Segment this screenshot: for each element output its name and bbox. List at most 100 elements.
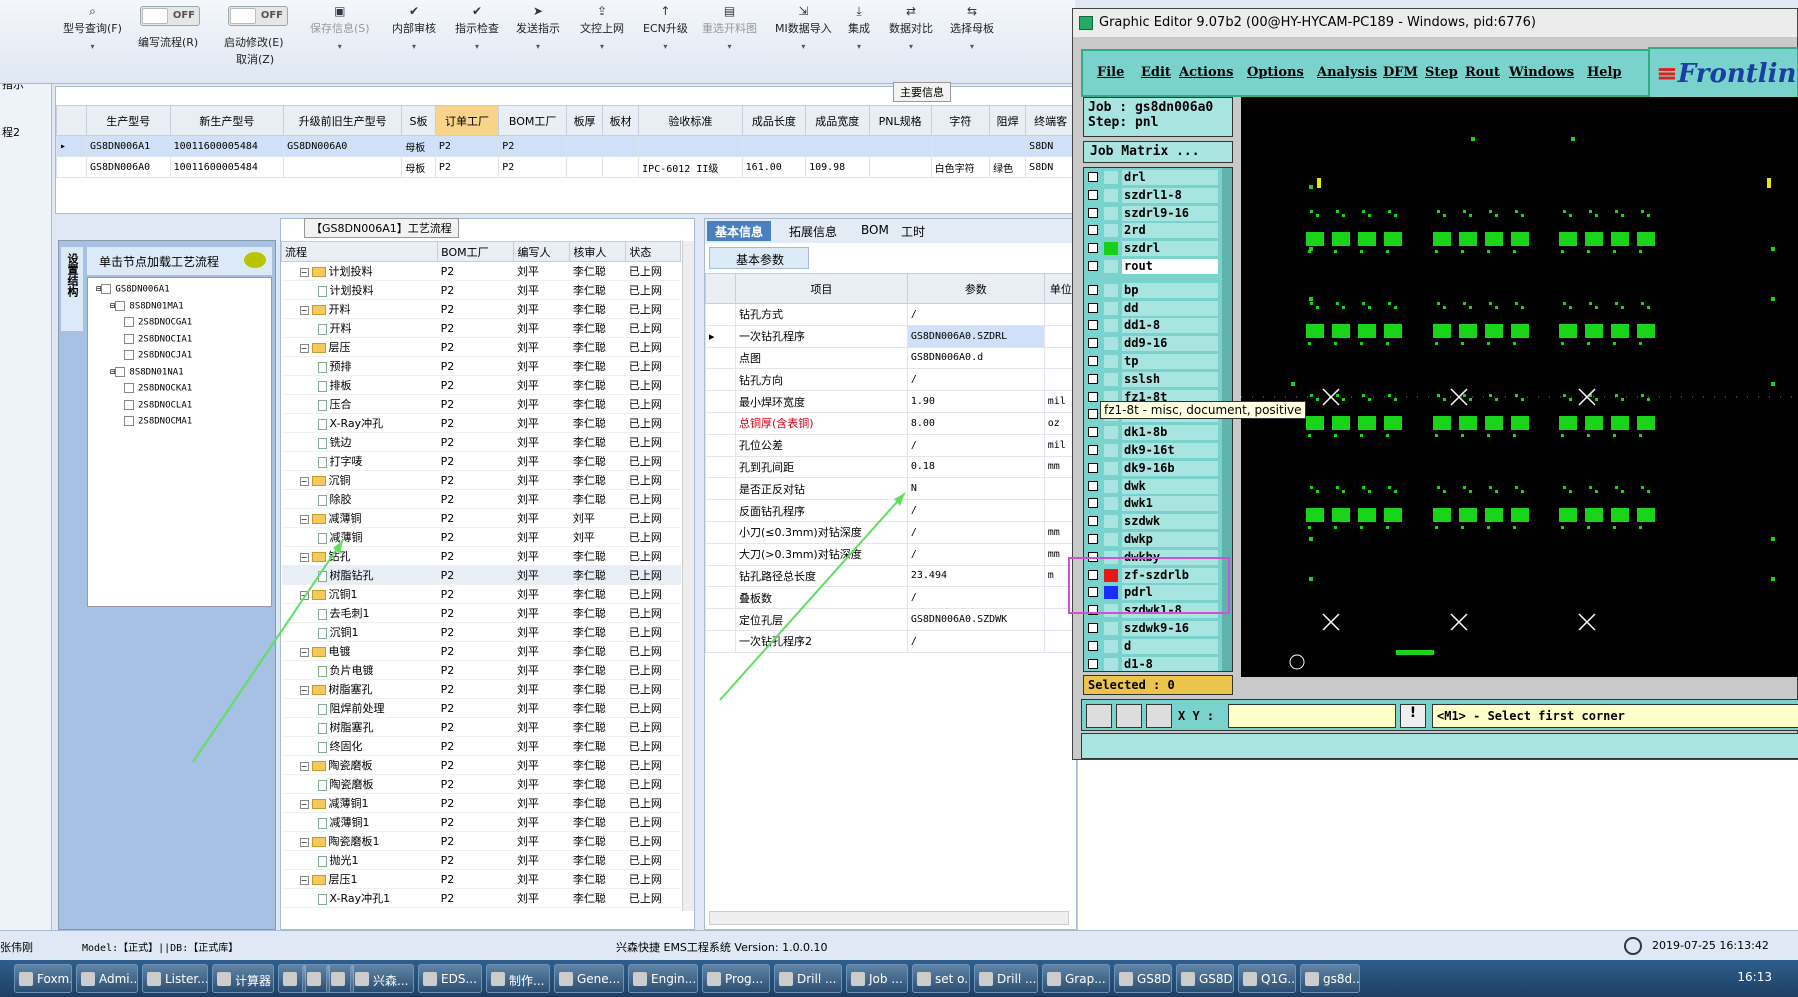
layer-checkbox[interactable] [1088, 480, 1098, 491]
ge-menu-actions[interactable]: Actions [1179, 65, 1233, 80]
xy-input[interactable] [1228, 704, 1396, 728]
layer-checkbox[interactable] [1088, 409, 1098, 420]
taskbar-item[interactable]: GS8D... [1114, 964, 1172, 993]
layer-color-swatch[interactable] [1104, 515, 1118, 529]
taskbar-item[interactable]: GS8D... [1176, 964, 1234, 993]
layer-color-swatch[interactable] [1104, 533, 1118, 546]
alert-icon[interactable]: ! [1400, 704, 1426, 728]
layer-checkbox[interactable] [1088, 391, 1098, 402]
layer-row[interactable]: d [1084, 638, 1219, 655]
layer-checkbox[interactable] [1088, 207, 1098, 218]
layer-color-swatch[interactable] [1104, 639, 1118, 653]
layer-color-swatch[interactable] [1104, 657, 1118, 671]
layer-color-swatch[interactable] [1104, 319, 1118, 333]
layer-row[interactable]: dd9-16 [1084, 336, 1219, 352]
ge-menu-edit[interactable]: Edit [1141, 65, 1171, 80]
taskbar-item[interactable]: Grap... [1042, 964, 1110, 993]
layer-checkbox[interactable] [1088, 189, 1098, 200]
taskbar-item[interactable]: 兴森... [350, 964, 414, 993]
layer-row[interactable]: szdrl1-8 [1084, 187, 1219, 204]
layer-checkbox[interactable] [1088, 356, 1098, 366]
layer-color-swatch[interactable] [1104, 426, 1118, 440]
taskbar-item[interactable]: Foxm... [14, 964, 72, 993]
graphic-editor-window[interactable]: Graphic Editor 9.07b2 (00@HY-HYCAM-PC189… [1072, 8, 1798, 760]
ge-menu-options[interactable]: Options [1247, 65, 1304, 80]
taskbar-item[interactable]: Drill ... [774, 964, 842, 993]
layer-row[interactable]: dd1-8 [1084, 318, 1219, 334]
layer-color-swatch[interactable] [1104, 260, 1118, 273]
layer-checkbox[interactable] [1088, 320, 1098, 331]
layer-row[interactable]: dk9-16t [1084, 443, 1219, 459]
taskbar-item[interactable]: Admi... [76, 964, 138, 993]
ge-menu-dfm[interactable]: DFM [1383, 65, 1418, 80]
layer-row[interactable]: dk1-8b [1084, 425, 1219, 441]
ge-canvas[interactable] [1241, 97, 1798, 677]
ge-menu-step[interactable]: Step [1425, 65, 1458, 80]
layer-checkbox[interactable] [1088, 445, 1098, 455]
layer-row[interactable]: dwk [1084, 478, 1219, 495]
ge-menu-rout[interactable]: Rout [1465, 65, 1500, 80]
measure-icon[interactable] [1116, 704, 1142, 728]
taskbar-item[interactable]: 计算器 [212, 964, 274, 993]
layer-row[interactable]: 2rd [1084, 223, 1219, 239]
layer-color-swatch[interactable] [1104, 497, 1118, 511]
job-matrix-button[interactable]: Job Matrix ... [1083, 141, 1233, 163]
layer-color-swatch[interactable] [1104, 171, 1118, 184]
layer-color-swatch[interactable] [1104, 301, 1118, 315]
ge-menu-help[interactable]: Help [1587, 65, 1622, 80]
layer-color-swatch[interactable] [1104, 479, 1118, 493]
layer-row[interactable]: bp [1084, 282, 1219, 299]
layer-color-swatch[interactable] [1104, 188, 1118, 202]
layer-row[interactable]: d1-8 [1084, 656, 1219, 671]
layer-row[interactable]: szdwk9-16 [1084, 621, 1219, 637]
layer-color-swatch[interactable] [1104, 242, 1118, 256]
taskbar-item[interactable]: Job ... [846, 964, 908, 993]
layer-checkbox[interactable] [1088, 302, 1098, 313]
layer-checkbox[interactable] [1088, 225, 1098, 236]
taskbar-item[interactable]: Engin... [628, 964, 698, 993]
layer-checkbox[interactable] [1088, 640, 1098, 651]
layer-color-swatch[interactable] [1104, 224, 1118, 238]
layer-checkbox[interactable] [1088, 623, 1098, 633]
grid-icon[interactable] [1146, 704, 1172, 728]
layer-checkbox[interactable] [1088, 658, 1098, 669]
layer-row[interactable]: tp [1084, 354, 1219, 370]
taskbar-item[interactable]: 制作... [486, 964, 550, 993]
layer-checkbox[interactable] [1088, 498, 1098, 509]
layer-row[interactable]: szdrl9-16 [1084, 205, 1219, 222]
layer-row[interactable]: dk9-16b [1084, 460, 1219, 477]
layer-row[interactable]: szdrl [1084, 241, 1219, 257]
layer-row[interactable]: dwkp [1084, 532, 1219, 548]
layer-color-swatch[interactable] [1104, 206, 1118, 220]
taskbar-item[interactable]: Drill ... [974, 964, 1038, 993]
layer-checkbox[interactable] [1088, 338, 1098, 349]
layer-color-swatch[interactable] [1104, 355, 1118, 368]
taskbar-item[interactable]: set o... [912, 964, 970, 993]
layer-color-swatch[interactable] [1104, 461, 1118, 475]
layer-checkbox[interactable] [1088, 462, 1098, 473]
layer-checkbox[interactable] [1088, 534, 1098, 544]
ge-command-row[interactable] [1081, 733, 1798, 759]
layer-row[interactable]: dwk1 [1084, 496, 1219, 512]
taskbar-item[interactable]: EDS... [418, 964, 482, 993]
layer-checkbox[interactable] [1088, 172, 1098, 182]
taskbar-item[interactable]: Gene... [554, 964, 624, 993]
layer-color-swatch[interactable] [1104, 622, 1118, 635]
layer-checkbox[interactable] [1088, 261, 1098, 271]
layer-row[interactable]: drl [1084, 170, 1219, 186]
layer-row[interactable]: rout [1084, 259, 1219, 275]
layer-color-swatch[interactable] [1104, 444, 1118, 457]
layer-row[interactable]: sslsh [1084, 371, 1219, 388]
taskbar-item[interactable]: Q1G... [1238, 964, 1296, 993]
layer-checkbox[interactable] [1088, 516, 1098, 527]
ge-menu-windows[interactable]: Windows [1509, 65, 1574, 80]
taskbar-item[interactable]: Lister... [142, 964, 208, 993]
layer-checkbox[interactable] [1088, 427, 1098, 438]
zoom-area-icon[interactable] [1086, 704, 1112, 728]
taskbar-item[interactable]: Prog... [702, 964, 770, 993]
layer-checkbox[interactable] [1088, 284, 1098, 295]
layer-checkbox[interactable] [1088, 373, 1098, 384]
layer-row[interactable]: szdwk [1084, 514, 1219, 530]
layer-checkbox[interactable] [1088, 243, 1098, 254]
layer-color-swatch[interactable] [1104, 372, 1118, 386]
